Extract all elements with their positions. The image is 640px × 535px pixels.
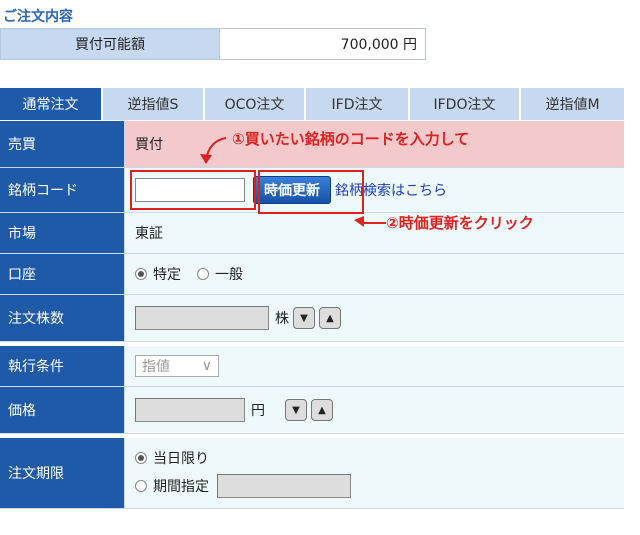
tab-stop-m[interactable]: 逆指値M bbox=[521, 88, 624, 120]
triangle-up-icon: ▲ bbox=[318, 404, 326, 416]
expiry-radio-today[interactable]: 当日限り bbox=[135, 448, 209, 468]
expiry-value: 当日限り 期間指定 bbox=[125, 438, 624, 508]
quantity-label: 注文株数 bbox=[0, 295, 125, 341]
account-option-label: 一般 bbox=[215, 267, 243, 283]
expiry-option-label: 期間指定 bbox=[153, 479, 209, 495]
buying-power-label: 買付可能額 bbox=[1, 29, 220, 59]
side-text: 買付 bbox=[135, 137, 163, 153]
account-label: 口座 bbox=[0, 254, 125, 294]
side-label: 売買 bbox=[0, 121, 125, 167]
tab-ifdo[interactable]: IFDO注文 bbox=[410, 88, 519, 120]
code-label: 銘柄コード bbox=[0, 168, 125, 212]
code-input[interactable] bbox=[135, 178, 245, 202]
expiry-radio-period[interactable]: 期間指定 bbox=[135, 474, 351, 498]
price-value: 円 ▼ ▲ bbox=[125, 387, 624, 433]
radio-icon bbox=[135, 268, 147, 280]
triangle-down-icon: ▼ bbox=[292, 404, 300, 416]
row-price: 価格 円 ▼ ▲ bbox=[0, 387, 624, 434]
triangle-down-icon: ▼ bbox=[300, 312, 308, 324]
row-quantity: 注文株数 株 ▼ ▲ bbox=[0, 295, 624, 342]
row-account: 口座 特定 一般 bbox=[0, 254, 624, 295]
radio-icon bbox=[135, 480, 147, 492]
quantity-unit: 株 bbox=[275, 311, 289, 327]
expiry-option-label: 当日限り bbox=[153, 451, 209, 467]
code-value: 時価更新 銘柄検索はこちら bbox=[125, 168, 624, 212]
price-input[interactable] bbox=[135, 398, 245, 422]
tab-stop-s[interactable]: 逆指値S bbox=[103, 88, 203, 120]
condition-selected: 指値 bbox=[142, 359, 170, 375]
condition-select[interactable]: 指値 ∨ bbox=[135, 355, 219, 377]
price-down-button[interactable]: ▼ bbox=[285, 399, 307, 421]
row-expiry: 注文期限 当日限り 期間指定 bbox=[0, 438, 624, 509]
market-text: 東証 bbox=[135, 226, 163, 242]
account-value: 特定 一般 bbox=[125, 254, 624, 294]
condition-value: 指値 ∨ bbox=[125, 346, 624, 386]
chevron-down-icon: ∨ bbox=[201, 358, 212, 374]
price-up-button[interactable]: ▲ bbox=[311, 399, 333, 421]
quantity-down-button[interactable]: ▼ bbox=[293, 307, 315, 329]
row-code: 銘柄コード 時価更新 銘柄検索はこちら bbox=[0, 168, 624, 213]
condition-label: 執行条件 bbox=[0, 346, 125, 386]
order-form: 売買 買付 銘柄コード 時価更新 銘柄検索はこちら 市場 東証 口座 特定 一般 bbox=[0, 121, 624, 509]
tab-oco[interactable]: OCO注文 bbox=[205, 88, 304, 120]
expiry-date-input[interactable] bbox=[217, 474, 351, 498]
tab-ifd[interactable]: IFD注文 bbox=[306, 88, 408, 120]
row-condition: 執行条件 指値 ∨ bbox=[0, 346, 624, 387]
account-radio-specific[interactable]: 特定 bbox=[135, 264, 181, 284]
quantity-value: 株 ▼ ▲ bbox=[125, 295, 624, 341]
annotation-step2: ②時価更新をクリック bbox=[386, 214, 534, 232]
expiry-label: 注文期限 bbox=[0, 438, 125, 508]
triangle-up-icon: ▲ bbox=[326, 312, 334, 324]
symbol-search-link[interactable]: 銘柄検索はこちら bbox=[335, 180, 447, 200]
section-title: ご注文内容 bbox=[3, 9, 73, 25]
arrow-step2-icon bbox=[354, 216, 386, 227]
account-option-label: 特定 bbox=[153, 267, 181, 283]
quantity-input[interactable] bbox=[135, 306, 269, 330]
radio-icon bbox=[197, 268, 209, 280]
order-type-tabs: 通常注文 逆指値S OCO注文 IFD注文 IFDO注文 逆指値M bbox=[0, 88, 624, 120]
price-label: 価格 bbox=[0, 387, 125, 433]
annotation-step1: ①買いたい銘柄のコードを入力して bbox=[232, 130, 470, 148]
market-label: 市場 bbox=[0, 213, 125, 253]
arrow-step1-icon bbox=[200, 137, 227, 164]
update-price-button[interactable]: 時価更新 bbox=[253, 176, 331, 204]
quantity-up-button[interactable]: ▲ bbox=[319, 307, 341, 329]
radio-icon bbox=[135, 452, 147, 464]
account-radio-general[interactable]: 一般 bbox=[197, 264, 243, 284]
tab-normal-order[interactable]: 通常注文 bbox=[0, 88, 101, 120]
buying-power-box: 買付可能額 700,000 円 bbox=[0, 28, 426, 60]
buying-power-value: 700,000 円 bbox=[340, 37, 417, 53]
price-unit: 円 bbox=[251, 403, 265, 419]
